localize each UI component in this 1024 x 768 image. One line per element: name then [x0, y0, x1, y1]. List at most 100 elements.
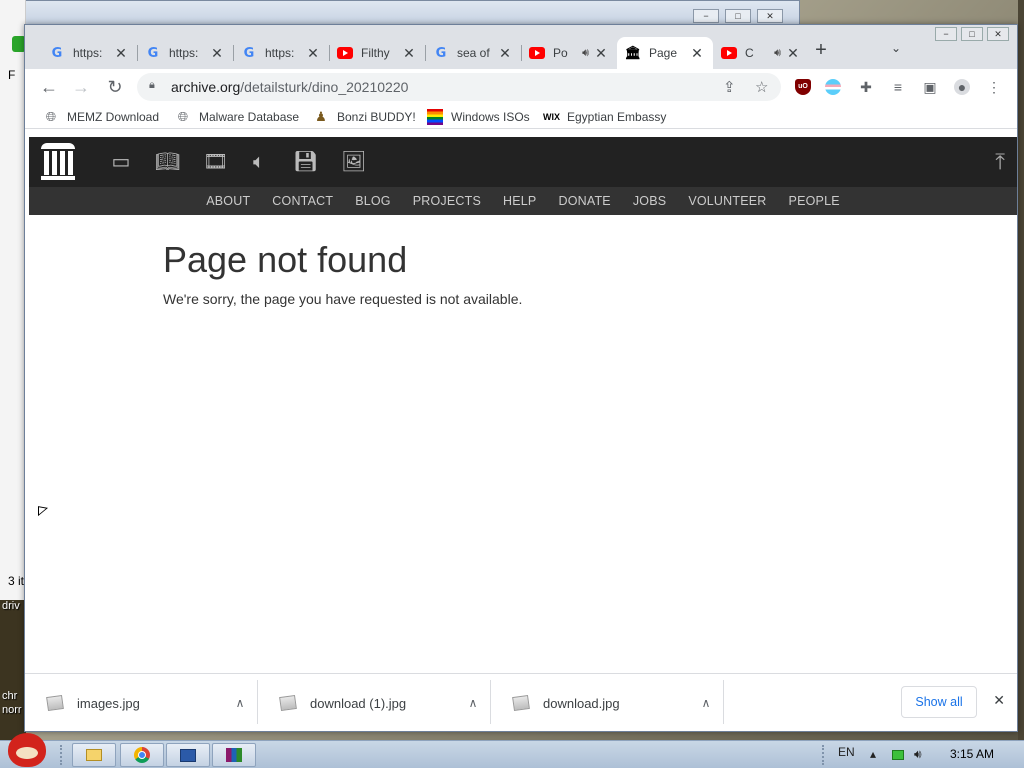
taskbar-explorer[interactable] [72, 743, 116, 767]
images-icon[interactable]: 🖼︎ [341, 151, 366, 173]
nav-blog[interactable]: BLOG [355, 187, 391, 215]
nav-projects[interactable]: PROJECTS [413, 187, 481, 215]
taskbar-chrome[interactable] [120, 743, 164, 767]
close-icon[interactable]: ✕ [209, 45, 225, 62]
back-button[interactable]: ← [39, 77, 59, 97]
side-panel-icon[interactable]: ▣ [922, 79, 938, 95]
nav-volunteer[interactable]: VOLUNTEER [688, 187, 766, 215]
youtube-icon [529, 47, 545, 59]
bookmark-memz[interactable]: 🌐︎ MEMZ Download [43, 109, 159, 125]
bookmark-windows-isos[interactable]: Windows ISOs [427, 109, 530, 125]
nav-help[interactable]: HELP [503, 187, 536, 215]
tab-youtube-c[interactable]: C 🔊︎ ✕ [713, 37, 809, 69]
bookmark-egyptian-embassy[interactable]: WIX Egyptian Embassy [543, 109, 666, 125]
close-icon[interactable]: ✕ [689, 45, 705, 62]
tab-page-not-found[interactable]: 🏛︎ Page ✕ [617, 37, 713, 69]
tab-google-1[interactable]: G https: ✕ [41, 37, 137, 69]
tray-expand-icon[interactable]: ▴ [870, 747, 876, 761]
battery-icon[interactable] [892, 750, 904, 760]
google-icon: G [243, 45, 255, 61]
tab-search-chevron-icon[interactable]: ⌄ [891, 41, 901, 55]
address-bar[interactable]: 🔒︎ archive.org/detailsturk/dino_20210220… [137, 73, 781, 101]
download-filename: download.jpg [543, 695, 620, 711]
chevron-up-icon[interactable]: ∧ [455, 696, 491, 710]
tab-google-sea[interactable]: G sea of ✕ [425, 37, 521, 69]
show-all-button[interactable]: Show all [901, 686, 977, 718]
bookmark-label: Egyptian Embassy [567, 110, 667, 124]
lock-icon[interactable]: 🔒︎ [149, 79, 155, 92]
close-icon[interactable]: ✕ [993, 692, 1005, 709]
url-text[interactable]: archive.org/detailsturk/dino_20210220 [171, 79, 408, 95]
taskbar-grip[interactable] [60, 745, 64, 765]
extensions-puzzle-icon[interactable]: ✚ [858, 79, 874, 95]
start-button[interactable] [6, 729, 50, 768]
close-icon[interactable]: ✕ [593, 45, 609, 62]
texts-icon[interactable]: 📖︎ [155, 151, 180, 173]
background-maximize-button[interactable]: □ [725, 9, 751, 23]
menu-kebab-icon[interactable]: ⋮ [986, 79, 1002, 95]
forward-button[interactable]: → [71, 77, 91, 97]
close-icon[interactable]: ✕ [497, 45, 513, 62]
chevron-up-icon[interactable]: ∧ [222, 696, 258, 710]
taskbar-window[interactable] [166, 743, 210, 767]
star-icon[interactable]: ☆ [755, 78, 768, 96]
close-icon[interactable]: ✕ [785, 45, 801, 62]
download-item[interactable]: download.jpg ∧ [491, 674, 724, 732]
bookmark-bonzi-buddy[interactable]: ♟ Bonzi BUDDY! [313, 109, 416, 125]
image-file-icon [46, 694, 64, 712]
minimize-button[interactable]: − [935, 27, 957, 41]
reload-button[interactable]: ↻ [105, 77, 125, 97]
tab-google-3[interactable]: G https: ✕ [233, 37, 329, 69]
speaker-icon[interactable]: 🔊︎ [774, 47, 781, 60]
audio-icon[interactable]: 🔈︎ [247, 151, 271, 173]
folder-icon [86, 749, 102, 761]
language-indicator[interactable]: EN [838, 745, 855, 759]
url-path: /detailsturk/dino_20210220 [240, 79, 409, 95]
web-icon[interactable]: ▭ [109, 151, 133, 173]
clock[interactable]: 3:15 AM [950, 747, 994, 761]
globe-icon: 🌐︎ [45, 109, 57, 124]
google-icon: G [51, 45, 63, 61]
ublock-origin-icon[interactable]: uO [795, 79, 811, 95]
tab-youtube-filthy[interactable]: Filthy ✕ [329, 37, 425, 69]
desktop-icon-label[interactable]: chr [2, 690, 17, 702]
angry-bird-icon [8, 733, 46, 767]
desktop-icon-label[interactable]: driv [2, 600, 20, 612]
software-icon[interactable]: 💾︎ [293, 151, 318, 173]
download-filename: images.jpg [77, 695, 140, 711]
media-control-icon[interactable]: ≡ [890, 79, 906, 95]
share-icon[interactable]: ⇪ [723, 78, 736, 96]
internet-archive-logo-icon[interactable] [41, 143, 75, 181]
nav-contact[interactable]: CONTACT [272, 187, 333, 215]
bonzi-icon: ♟ [315, 109, 327, 124]
maximize-button[interactable]: □ [961, 27, 983, 41]
trans-flag-extension-icon[interactable] [825, 79, 841, 95]
close-icon[interactable]: ✕ [305, 45, 321, 62]
nav-people[interactable]: PEOPLE [789, 187, 840, 215]
background-minimize-button[interactable]: − [693, 9, 719, 23]
download-item[interactable]: download (1).jpg ∧ [258, 674, 491, 732]
tab-youtube-po[interactable]: Po 🔊︎ ✕ [521, 37, 617, 69]
profile-avatar-icon[interactable]: ● [954, 79, 970, 95]
close-icon[interactable]: ✕ [113, 45, 129, 62]
tray-grip[interactable] [822, 745, 826, 765]
nav-about[interactable]: ABOUT [206, 187, 250, 215]
desktop-icon-label[interactable]: norr [2, 704, 22, 716]
taskbar-winrar[interactable] [212, 743, 256, 767]
globe-icon: 🌐︎ [177, 109, 189, 124]
tab-title: sea of [457, 46, 490, 60]
background-close-button[interactable]: ✕ [757, 9, 783, 23]
close-icon[interactable]: ✕ [401, 45, 417, 62]
nav-jobs[interactable]: JOBS [633, 187, 666, 215]
close-window-button[interactable]: ✕ [987, 27, 1009, 41]
new-tab-button[interactable]: + [811, 39, 831, 62]
video-icon[interactable]: 🎞︎ [203, 151, 228, 173]
volume-icon[interactable]: 🔊︎ [914, 747, 922, 762]
bookmark-malware-database[interactable]: 🌐︎ Malware Database [175, 109, 299, 125]
upload-icon[interactable]: ⤒ [995, 149, 1005, 175]
chevron-up-icon[interactable]: ∧ [688, 696, 724, 710]
nav-donate[interactable]: DONATE [558, 187, 610, 215]
download-item[interactable]: images.jpg ∧ [25, 674, 258, 732]
tab-google-2[interactable]: G https: ✕ [137, 37, 233, 69]
speaker-icon[interactable]: 🔊︎ [582, 47, 589, 60]
